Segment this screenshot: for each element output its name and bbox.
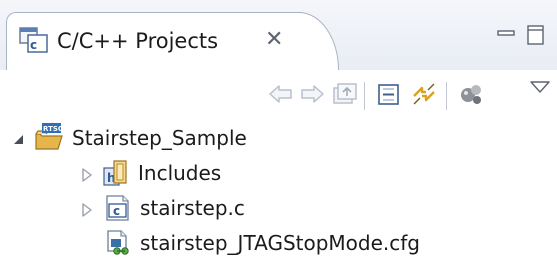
- tree-item-c-file[interactable]: c stairstep.c: [0, 190, 557, 228]
- view-title: C/C++ Projects: [57, 29, 219, 53]
- link-with-editor-icon[interactable]: [410, 80, 438, 108]
- collapse-all-icon[interactable]: [375, 80, 403, 108]
- tree-item-includes[interactable]: h Includes: [0, 155, 557, 193]
- tree-item-label: Includes: [138, 161, 222, 185]
- collapsed-twisty-icon[interactable]: [80, 202, 94, 217]
- view-tab-bar: c C/C++ Projects ✕: [0, 0, 557, 70]
- c-source-file-icon: c: [104, 194, 132, 222]
- projects-view-tab[interactable]: c C/C++ Projects ✕: [6, 12, 339, 70]
- svg-text:RTSC: RTSC: [43, 125, 63, 133]
- c-cpp-projects-view: c C/C++ Projects ✕ RTSC Stairstep_Sample…: [0, 0, 557, 263]
- collapsed-twisty-icon[interactable]: [80, 167, 94, 182]
- project-tree: RTSC Stairstep_Sample h Includes c stair…: [0, 120, 557, 263]
- toolbar-separator: [446, 82, 447, 110]
- close-view-icon[interactable]: ✕: [265, 27, 283, 52]
- cfg-file-icon: [104, 229, 132, 257]
- maximize-icon[interactable]: [526, 24, 546, 45]
- filters-icon[interactable]: [458, 80, 486, 108]
- svg-text:c: c: [113, 204, 120, 218]
- view-toolbar: [0, 70, 557, 120]
- tree-item-label: stairstep_JTAGStopMode.cfg: [140, 231, 420, 255]
- projects-view-icon: c: [19, 27, 49, 53]
- tree-item-label: Stairstep_Sample: [72, 126, 247, 150]
- minimize-icon[interactable]: [496, 24, 516, 44]
- view-menu-icon[interactable]: [528, 78, 556, 106]
- tree-item-cfg-file[interactable]: stairstep_JTAGStopMode.cfg: [0, 225, 557, 263]
- expanded-twisty-icon[interactable]: [12, 132, 26, 146]
- tree-item-label: stairstep.c: [140, 196, 245, 220]
- includes-folder-icon: h: [102, 159, 130, 187]
- go-home-icon[interactable]: [330, 80, 358, 108]
- toolbar-separator: [364, 82, 365, 110]
- back-icon[interactable]: [267, 80, 295, 108]
- rtsc-project-icon: RTSC: [34, 122, 63, 150]
- tree-item-project[interactable]: RTSC Stairstep_Sample: [0, 120, 557, 158]
- svg-text:c: c: [30, 38, 37, 52]
- forward-icon[interactable]: [298, 80, 326, 108]
